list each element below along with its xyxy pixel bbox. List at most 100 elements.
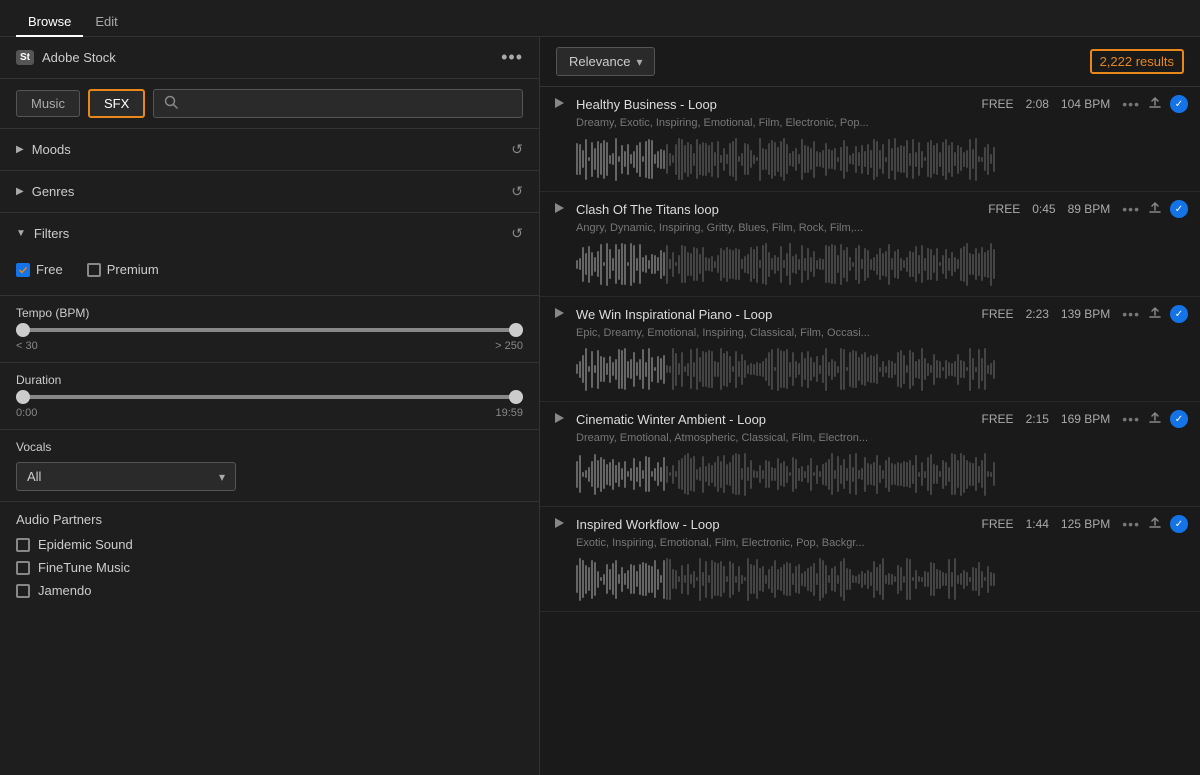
free-checkbox[interactable] xyxy=(16,263,30,277)
track-item[interactable]: Inspired Workflow - LoopFREE1:44125 BPM•… xyxy=(540,507,1200,612)
sort-dropdown[interactable]: Relevance ▾ xyxy=(556,47,655,76)
track-item[interactable]: Cinematic Winter Ambient - LoopFREE2:151… xyxy=(540,402,1200,507)
filters-label: Filters xyxy=(34,226,69,241)
track-more-button[interactable]: ••• xyxy=(1122,306,1140,322)
genres-reset-icon[interactable]: ↺ xyxy=(511,183,523,200)
duration-slider-track[interactable] xyxy=(16,395,523,399)
track-item[interactable]: We Win Inspirational Piano - LoopFREE2:2… xyxy=(540,297,1200,402)
top-tabs-bar: Browse Edit xyxy=(0,0,1200,37)
play-button[interactable] xyxy=(552,516,568,532)
more-options-button[interactable]: ••• xyxy=(501,47,523,68)
track-bpm: 125 BPM xyxy=(1061,517,1110,531)
upload-icon[interactable] xyxy=(1148,96,1162,113)
play-button[interactable] xyxy=(552,411,568,427)
music-type-button[interactable]: Music xyxy=(16,90,80,117)
tab-edit[interactable]: Edit xyxy=(83,8,129,37)
waveform[interactable] xyxy=(552,135,1188,183)
adobe-stock-title: Adobe Stock xyxy=(42,50,116,65)
vocals-chevron-icon: ▾ xyxy=(219,470,225,484)
track-duration: 2:23 xyxy=(1026,307,1049,321)
track-bpm: 139 BPM xyxy=(1061,307,1110,321)
tempo-range: < 30 > 250 xyxy=(16,340,523,352)
waveform[interactable] xyxy=(552,345,1188,393)
track-tags: Dreamy, Exotic, Inspiring, Emotional, Fi… xyxy=(552,117,1188,129)
track-bpm: 89 BPM xyxy=(1068,202,1111,216)
free-badge: FREE xyxy=(982,412,1014,426)
main-layout: St Adobe Stock ••• Music SFX xyxy=(0,37,1200,775)
track-check-circle[interactable]: ✓ xyxy=(1170,410,1188,428)
genres-label: Genres xyxy=(32,184,75,199)
track-duration: 2:08 xyxy=(1026,97,1049,111)
moods-label: Moods xyxy=(32,142,71,157)
vocals-dropdown[interactable]: All ▾ xyxy=(16,462,236,491)
track-tags: Exotic, Inspiring, Emotional, Film, Elec… xyxy=(552,537,1188,549)
epidemic-checkbox[interactable] xyxy=(16,538,30,552)
duration-max-thumb[interactable] xyxy=(509,390,523,404)
finetune-music-label: FineTune Music xyxy=(38,560,130,575)
play-button[interactable] xyxy=(552,96,568,112)
track-check-circle[interactable]: ✓ xyxy=(1170,95,1188,113)
free-label: Free xyxy=(36,262,63,277)
upload-icon[interactable] xyxy=(1148,411,1162,428)
waveform[interactable] xyxy=(552,240,1188,288)
sfx-type-button[interactable]: SFX xyxy=(88,89,145,118)
duration-range: 0:00 19:59 xyxy=(16,407,523,419)
filters-reset-icon[interactable]: ↺ xyxy=(511,225,523,242)
jamendo-label: Jamendo xyxy=(38,583,91,598)
tempo-slider-track[interactable] xyxy=(16,328,523,332)
duration-min-thumb[interactable] xyxy=(16,390,30,404)
tempo-min-value: < 30 xyxy=(16,340,38,352)
tempo-label: Tempo (BPM) xyxy=(16,306,523,320)
track-check-circle[interactable]: ✓ xyxy=(1170,515,1188,533)
track-more-button[interactable]: ••• xyxy=(1122,201,1140,217)
panel-header: St Adobe Stock ••• xyxy=(0,37,539,79)
genres-filter-row[interactable]: ▶ Genres ↺ xyxy=(0,171,539,212)
play-button[interactable] xyxy=(552,306,568,322)
upload-icon[interactable] xyxy=(1148,306,1162,323)
waveform[interactable] xyxy=(552,450,1188,498)
audio-partners-label: Audio Partners xyxy=(16,512,523,527)
track-duration: 0:45 xyxy=(1032,202,1055,216)
track-more-button[interactable]: ••• xyxy=(1122,411,1140,427)
upload-icon[interactable] xyxy=(1148,201,1162,218)
genres-section: ▶ Genres ↺ xyxy=(0,171,539,213)
finetune-checkbox[interactable] xyxy=(16,561,30,575)
track-name: Cinematic Winter Ambient - Loop xyxy=(576,412,974,427)
track-more-button[interactable]: ••• xyxy=(1122,96,1140,112)
epidemic-sound-label: Epidemic Sound xyxy=(38,537,133,552)
search-input[interactable] xyxy=(184,96,512,111)
search-box xyxy=(153,89,523,118)
moods-reset-icon[interactable]: ↺ xyxy=(511,141,523,158)
track-list: Healthy Business - LoopFREE2:08104 BPM••… xyxy=(540,87,1200,775)
track-name: We Win Inspirational Piano - Loop xyxy=(576,307,974,322)
track-meta: FREE1:44125 BPM•••✓ xyxy=(982,515,1188,533)
filters-filter-row[interactable]: ▼ Filters ↺ xyxy=(0,213,539,254)
track-check-circle[interactable]: ✓ xyxy=(1170,305,1188,323)
jamendo-checkbox[interactable] xyxy=(16,584,30,598)
track-item[interactable]: Healthy Business - LoopFREE2:08104 BPM••… xyxy=(540,87,1200,192)
track-duration: 2:15 xyxy=(1026,412,1049,426)
waveform[interactable] xyxy=(552,555,1188,603)
premium-checkbox-container[interactable]: Premium xyxy=(87,262,159,277)
track-actions: ••• ✓ xyxy=(1122,95,1188,113)
tab-browse[interactable]: Browse xyxy=(16,8,83,37)
track-check-circle[interactable]: ✓ xyxy=(1170,200,1188,218)
free-badge: FREE xyxy=(982,517,1014,531)
play-button[interactable] xyxy=(552,201,568,217)
premium-checkbox[interactable] xyxy=(87,263,101,277)
genres-chevron-icon: ▶ xyxy=(16,186,24,197)
upload-icon[interactable] xyxy=(1148,516,1162,533)
track-item[interactable]: Clash Of The Titans loopFREE0:4589 BPM••… xyxy=(540,192,1200,297)
right-panel: Relevance ▾ 2,222 results Healthy Busine… xyxy=(540,37,1200,775)
partner-row-epidemic: Epidemic Sound xyxy=(16,537,523,552)
tempo-max-thumb[interactable] xyxy=(509,323,523,337)
track-name: Inspired Workflow - Loop xyxy=(576,517,974,532)
search-row: Music SFX xyxy=(0,79,539,129)
track-bpm: 104 BPM xyxy=(1061,97,1110,111)
moods-filter-row[interactable]: ▶ Moods ↺ xyxy=(0,129,539,170)
tempo-min-thumb[interactable] xyxy=(16,323,30,337)
track-meta: FREE2:15169 BPM•••✓ xyxy=(982,410,1188,428)
track-actions: ••• ✓ xyxy=(1122,410,1188,428)
free-checkbox-container[interactable]: Free xyxy=(16,262,63,277)
track-more-button[interactable]: ••• xyxy=(1122,516,1140,532)
